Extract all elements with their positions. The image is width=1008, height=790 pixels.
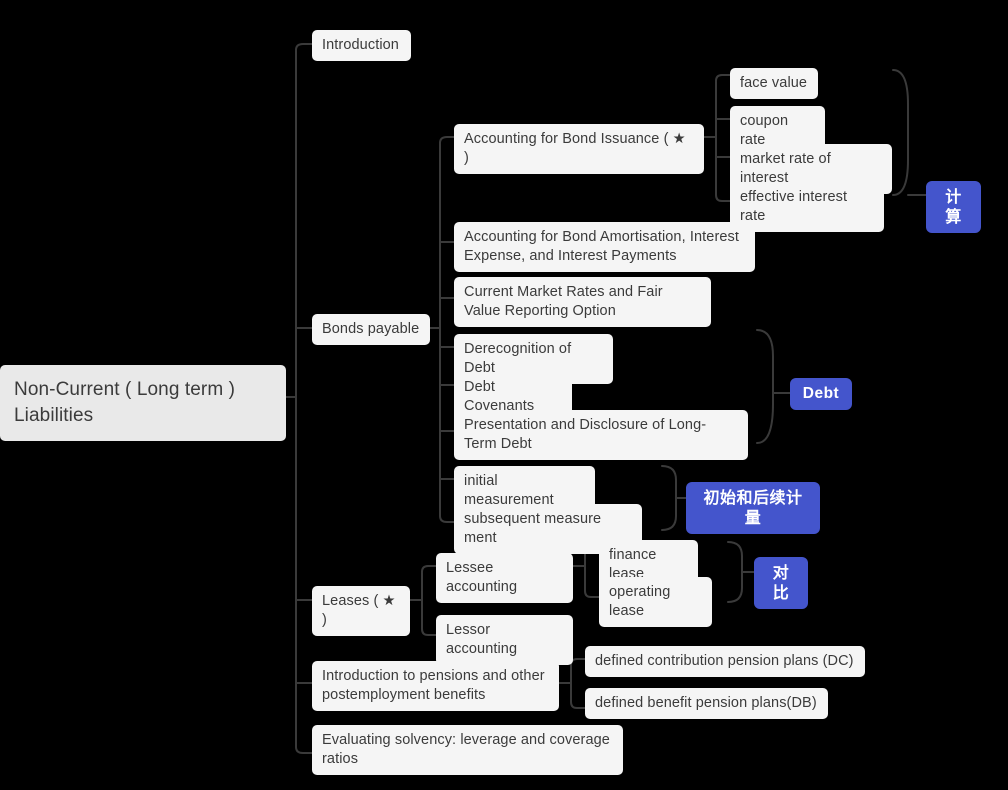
wire-issuance-face: [715, 74, 731, 82]
badge-comparison[interactable]: 对比: [754, 557, 808, 609]
badge-debt[interactable]: Debt: [790, 378, 852, 410]
node-defined-benefit-plans[interactable]: defined benefit pension plans(DB): [585, 688, 828, 719]
bracket-measurement: [661, 465, 677, 531]
branch-bonds-payable[interactable]: Bonds payable: [312, 314, 430, 345]
wire-issuance-effective: [715, 194, 731, 202]
node-effective-interest-rate[interactable]: effective interest rate: [730, 182, 884, 232]
wire-bonds-subsequent: [439, 515, 455, 523]
node-lessee-accounting[interactable]: Lessee accounting: [436, 553, 573, 603]
badge-calculation[interactable]: 计算: [926, 181, 981, 233]
branch-solvency[interactable]: Evaluating solvency: leverage and covera…: [312, 725, 623, 775]
node-lessor-accounting[interactable]: Lessor accounting: [436, 615, 573, 665]
wire-root-solvency: [295, 746, 313, 754]
node-bond-issuance[interactable]: Accounting for Bond Issuance ( ★ ): [454, 124, 704, 174]
node-presentation-disclosure[interactable]: Presentation and Disclosure of Long-Term…: [454, 410, 748, 460]
node-defined-contribution-plans[interactable]: defined contribution pension plans (DC): [585, 646, 865, 677]
node-bond-amortisation[interactable]: Accounting for Bond Amortisation, Intere…: [454, 222, 755, 272]
node-operating-lease[interactable]: operating lease: [599, 577, 712, 627]
node-face-value[interactable]: face value: [730, 68, 818, 99]
root-node[interactable]: Non-Current ( Long term ) Liabilities: [0, 365, 286, 441]
mindmap-canvas: Non-Current ( Long term ) Liabilities In…: [0, 0, 1008, 790]
wire-leases-lessor: [421, 628, 437, 636]
badge-measurement[interactable]: 初始和后续计量: [686, 482, 820, 534]
branch-leases[interactable]: Leases ( ★ ): [312, 586, 410, 636]
node-fair-value-option[interactable]: Current Market Rates and Fair Value Repo…: [454, 277, 711, 327]
bracket-calculation: [892, 69, 909, 196]
wire-pensions-dc: [570, 658, 586, 666]
bracket-debt: [756, 329, 774, 444]
bracket-comparison: [727, 541, 743, 603]
wire-lessee-operating: [584, 590, 600, 598]
wire-leases-lessee: [421, 565, 437, 573]
wire-pensions-db: [570, 701, 586, 709]
wire-bonds-issuance: [439, 136, 455, 144]
branch-introduction[interactable]: Introduction: [312, 30, 411, 61]
branch-pensions[interactable]: Introduction to pensions and other poste…: [312, 661, 559, 711]
wire-root-introduction: [295, 43, 313, 51]
